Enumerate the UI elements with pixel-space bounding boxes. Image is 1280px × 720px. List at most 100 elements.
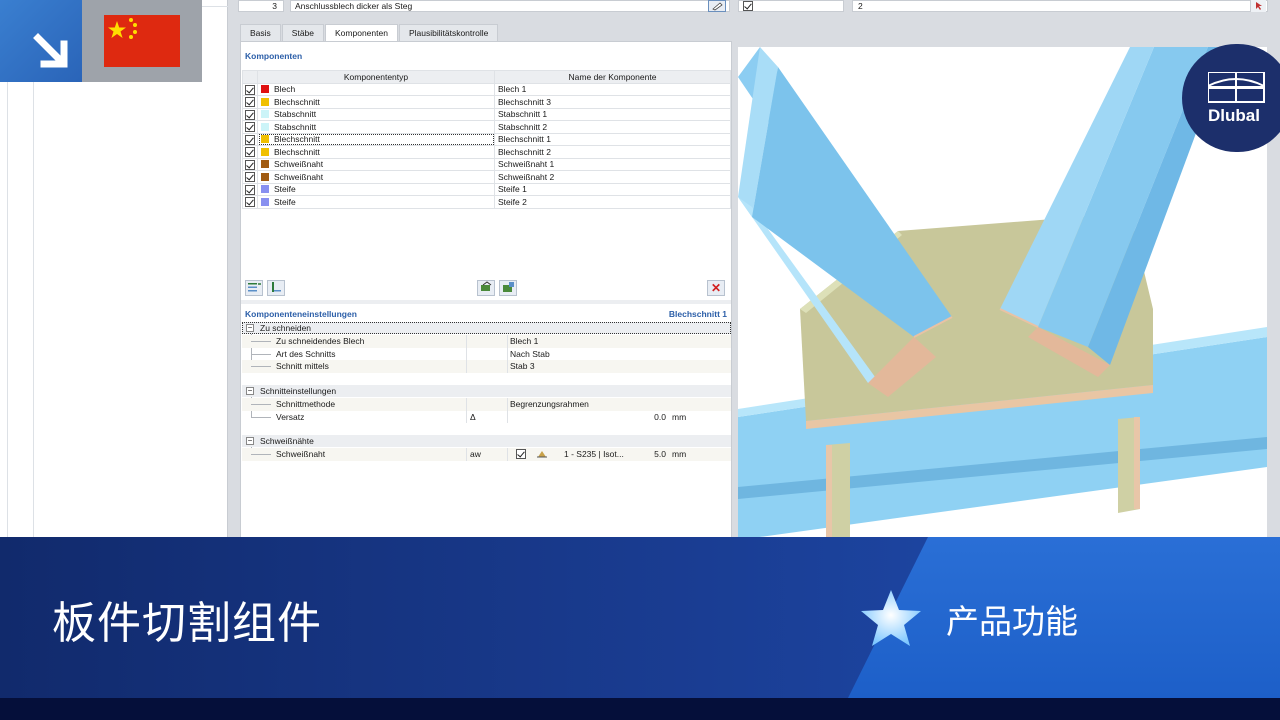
select-in-graphic-icon[interactable] <box>1250 0 1266 12</box>
component-type-cell[interactable]: Blechschnitt <box>257 132 495 146</box>
property-value[interactable]: Nach Stab <box>510 348 550 361</box>
row-checkbox[interactable] <box>245 134 255 145</box>
table-row[interactable]: Schweißnaht Schweißnaht 2 <box>242 170 731 184</box>
property-value[interactable]: Stab 3 <box>510 360 535 373</box>
component-name-cell[interactable]: Blechschnitt 3 <box>494 95 731 109</box>
edit-icon[interactable] <box>708 0 726 12</box>
component-name-cell[interactable]: Stabschnitt 1 <box>494 107 731 121</box>
group-label: Zu schneiden <box>260 323 312 333</box>
component-type-cell[interactable]: Steife <box>257 182 495 196</box>
property-symbol: aw <box>470 449 481 459</box>
delete-component-button[interactable]: ✕ <box>707 280 725 296</box>
collapse-icon[interactable]: − <box>246 437 254 445</box>
property-label: Schnittmethode <box>276 399 336 409</box>
table-row[interactable]: Stabschnitt Stabschnitt 1 <box>242 107 731 121</box>
property-row[interactable]: Schnittmethode Begrenzungsrahmen <box>242 398 731 411</box>
component-type-cell[interactable]: Steife <box>257 195 495 209</box>
insert-component-button[interactable] <box>245 280 263 296</box>
row-check-cell[interactable] <box>242 107 258 121</box>
component-name-cell[interactable]: Schweißnaht 1 <box>494 157 731 171</box>
row-checkbox[interactable] <box>245 97 255 108</box>
component-type-cell[interactable]: Stabschnitt <box>257 120 495 134</box>
row-checkbox[interactable] <box>245 172 255 183</box>
component-type-cell[interactable]: Blech <box>257 82 495 96</box>
row-checkbox[interactable] <box>245 197 255 208</box>
row-check-cell[interactable] <box>242 182 258 196</box>
component-name-cell[interactable]: Steife 1 <box>494 182 731 196</box>
tree-branch <box>251 454 271 455</box>
property-row[interactable]: Versatz Δ 0.0 mm <box>242 410 731 424</box>
property-row[interactable]: Schnitt mittels Stab 3 <box>242 360 731 373</box>
row-checkbox[interactable] <box>245 184 255 195</box>
property-value[interactable]: Blech 1 <box>510 335 538 348</box>
component-type-cell[interactable]: Schweißnaht <box>257 170 495 184</box>
component-name-cell[interactable]: Stabschnitt 2 <box>494 120 731 134</box>
table-row[interactable]: Steife Steife 1 <box>242 182 731 196</box>
row-checkbox[interactable] <box>245 84 255 95</box>
library-component-button[interactable] <box>499 280 517 296</box>
weld-material[interactable]: 1 - S235 | Isot... <box>564 448 624 461</box>
table-row[interactable]: Steife Steife 2 <box>242 195 731 209</box>
table-row[interactable]: Blechschnitt Blechschnitt 2 <box>242 145 731 159</box>
component-name-cell[interactable]: Schweißnaht 2 <box>494 170 731 184</box>
collapse-icon[interactable]: − <box>246 324 254 332</box>
weld-type-icon[interactable] <box>536 448 548 464</box>
row-check-cell[interactable] <box>242 120 258 134</box>
component-type-cell[interactable]: Blechschnitt <box>257 145 495 159</box>
table-row[interactable]: Stabschnitt Stabschnitt 2 <box>242 120 731 134</box>
row-checkbox[interactable] <box>245 109 255 120</box>
row-check-cell[interactable] <box>242 95 258 109</box>
connection-number[interactable]: 3 <box>238 0 284 12</box>
row-check-cell[interactable] <box>242 170 258 184</box>
tab-basis[interactable]: Basis <box>240 24 281 41</box>
member-field[interactable]: 2 <box>852 0 1268 12</box>
row-checkbox[interactable] <box>245 159 255 170</box>
component-name-cell[interactable]: Blechschnitt 2 <box>494 145 731 159</box>
connection-name-field[interactable]: Anschlussblech dicker als Steg <box>290 0 730 12</box>
row-check-cell[interactable] <box>242 195 258 209</box>
table-row[interactable]: Schweißnaht Schweißnaht 1 <box>242 157 731 171</box>
active-checkbox-cell[interactable] <box>738 0 844 12</box>
tab-members[interactable]: Stäbe <box>281 24 325 41</box>
row-check-cell[interactable] <box>242 82 258 96</box>
component-name-cell[interactable]: Steife 2 <box>494 195 731 209</box>
property-row[interactable]: Schweißnaht aw 1 - S235 | Isot... 5.0 mm <box>242 448 731 461</box>
property-value[interactable]: Begrenzungsrahmen <box>510 398 589 411</box>
column-separator <box>507 398 508 411</box>
row-check-cell[interactable] <box>242 132 258 146</box>
column-separator <box>507 360 508 373</box>
table-row[interactable]: Blech Blech 1 <box>242 82 731 96</box>
property-label: Schnitt mittels <box>276 361 329 371</box>
row-checkbox[interactable] <box>245 122 255 133</box>
components-title: Komponenten <box>245 51 303 61</box>
component-name-cell[interactable]: Blech 1 <box>494 82 731 96</box>
group-welds[interactable]: − Schweißnähte <box>242 435 731 447</box>
component-type-cell[interactable]: Schweißnaht <box>257 157 495 171</box>
collapse-icon[interactable]: − <box>246 387 254 395</box>
weld-active-checkbox[interactable] <box>516 449 526 459</box>
group-to-cut[interactable]: − Zu schneiden <box>242 322 731 334</box>
component-type-cell[interactable]: Blechschnitt <box>257 95 495 109</box>
column-separator <box>466 398 467 411</box>
row-check-cell[interactable] <box>242 157 258 171</box>
row-checkbox[interactable] <box>245 147 255 158</box>
property-number[interactable]: 0.0 <box>622 411 666 424</box>
add-component-button[interactable] <box>267 280 285 296</box>
group-cut-settings[interactable]: − Schnitteinstellungen <box>242 385 731 397</box>
language-tile[interactable] <box>82 0 202 82</box>
component-type: Blechschnitt <box>274 146 320 157</box>
dlubal-logo: Dlubal <box>1182 44 1280 152</box>
property-number[interactable]: 5.0 <box>622 448 666 461</box>
copy-component-button[interactable] <box>477 280 495 296</box>
property-row[interactable]: Zu schneidendes Blech Blech 1 <box>242 335 731 348</box>
component-name-cell[interactable]: Blechschnitt 1 <box>494 132 731 146</box>
tab-components[interactable]: Komponenten <box>325 24 398 41</box>
property-row[interactable]: Art des Schnitts Nach Stab <box>242 347 731 361</box>
column-separator <box>466 347 467 360</box>
table-row[interactable]: Blechschnitt Blechschnitt 3 <box>242 95 731 109</box>
component-type-cell[interactable]: Stabschnitt <box>257 107 495 121</box>
row-check-cell[interactable] <box>242 145 258 159</box>
table-row[interactable]: Blechschnitt Blechschnitt 1 <box>242 132 731 146</box>
tab-plausibility[interactable]: Plausibilitätskontrolle <box>398 24 499 41</box>
active-checkbox[interactable] <box>743 1 753 11</box>
